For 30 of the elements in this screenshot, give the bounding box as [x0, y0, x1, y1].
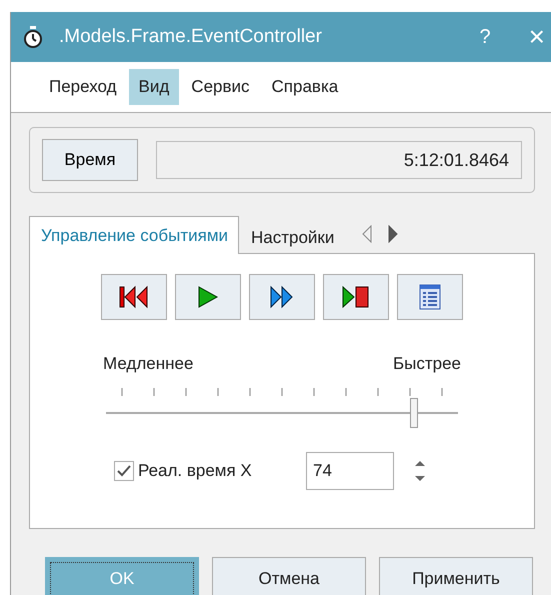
time-button[interactable]: Время	[42, 139, 138, 181]
fast-forward-icon	[269, 285, 295, 309]
menu-item[interactable]: Переход	[39, 69, 127, 105]
rewind-icon	[119, 285, 149, 309]
tab[interactable]: Управление событиями	[29, 216, 239, 254]
checkbox-label: Реал. время X	[138, 461, 253, 481]
realtime-checkbox[interactable]	[114, 461, 134, 481]
menu-item[interactable]: Справка	[262, 69, 348, 105]
play-button[interactable]	[175, 274, 241, 320]
slider-max-label: Быстрее	[392, 354, 461, 374]
list-icon	[419, 284, 441, 310]
menu-item[interactable]: Сервис	[181, 69, 260, 105]
time-display: 5:12:01.8464	[156, 141, 522, 179]
spinner-icon[interactable]	[414, 458, 426, 484]
menu-item[interactable]: Вид	[128, 69, 180, 105]
scroll-right-icon[interactable]	[387, 225, 400, 243]
dialog-button[interactable]: Отмена	[212, 557, 366, 595]
list-button[interactable]	[397, 274, 463, 320]
rewind-button[interactable]	[101, 274, 167, 320]
dialog-button[interactable]: Применить	[379, 557, 533, 595]
stop-button[interactable]	[323, 274, 389, 320]
multiplier-field[interactable]: 74	[306, 452, 394, 490]
play-icon	[196, 285, 220, 309]
forward-button[interactable]	[249, 274, 315, 320]
play-stop-icon	[341, 285, 371, 309]
slider-min-label: Медленнее	[103, 354, 194, 374]
stopwatch-icon	[23, 26, 43, 48]
tab[interactable]: Настройки	[239, 221, 346, 253]
slider-thumb[interactable]	[410, 398, 418, 428]
window-title: .Models.Frame.EventController	[59, 26, 323, 48]
